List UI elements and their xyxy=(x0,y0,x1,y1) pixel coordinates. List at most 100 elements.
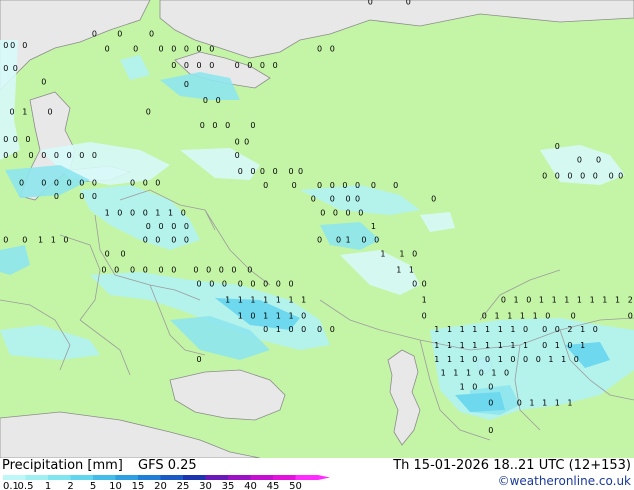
precip-value-marker: 1 xyxy=(580,341,585,350)
precip-value-marker: 0 xyxy=(250,121,255,130)
precip-value-marker: 0 xyxy=(92,179,97,188)
precip-value-marker: 1 xyxy=(577,295,582,304)
precip-value-marker: 1 xyxy=(561,355,566,364)
scale-swatch xyxy=(295,475,318,480)
precip-value-marker: 0 xyxy=(216,96,221,105)
precip-value-marker: 0 xyxy=(567,172,572,181)
precip-value-marker: 0 xyxy=(146,108,151,117)
precip-value-marker: 0 xyxy=(184,236,189,245)
precip-value-marker: 0 xyxy=(609,172,614,181)
precip-value-marker: 1 xyxy=(434,325,439,334)
scale-label: 5 xyxy=(90,481,96,490)
precip-value-marker: 1 xyxy=(580,325,585,334)
scale-swatch xyxy=(183,475,206,480)
precip-value-marker: 0 xyxy=(22,236,27,245)
precip-value-marker: 0 xyxy=(197,44,202,53)
map-canvas: 0 0 00 00 0 00 0 0 0 0 0 00 0 0 0 0 0 0 00 00 00 1 0 00 00 0 0 00 0 0… xyxy=(0,0,634,458)
precip-value-marker: 0 xyxy=(197,355,202,364)
precip-value-marker: 0 xyxy=(231,266,236,275)
scale-swatch xyxy=(138,475,161,480)
precip-value-marker: 0 xyxy=(171,44,176,53)
precip-value-marker: 0 xyxy=(330,181,335,190)
precip-value-marker: 0 xyxy=(159,44,164,53)
precip-value-marker: 0 xyxy=(171,236,176,245)
precip-value-marker: 0 xyxy=(203,96,208,105)
precip-value-marker: 0 xyxy=(225,121,230,130)
precipitation-map: 0000000000000000000000000000100000000000… xyxy=(0,0,634,458)
precip-value-marker: 0 xyxy=(3,64,8,73)
precip-value-marker: 1 xyxy=(590,295,595,304)
precip-value-marker: 0 xyxy=(523,325,528,334)
precip-value-marker: 0 xyxy=(336,236,341,245)
precip-value-marker: 0 xyxy=(13,151,18,160)
precip-value-marker: 0 xyxy=(48,108,53,117)
scale-label: 2 xyxy=(67,481,73,490)
precip-value-marker: 1 xyxy=(434,341,439,350)
precip-value-marker: 0 xyxy=(250,311,255,320)
precip-value-marker: 1 xyxy=(346,236,351,245)
precip-value-marker: 1 xyxy=(396,266,401,275)
precip-value-marker: 0 xyxy=(301,325,306,334)
precip-value-marker: 0 xyxy=(523,355,528,364)
precip-value-marker: 1 xyxy=(225,295,230,304)
scale-label: 45 xyxy=(267,481,280,490)
precip-value-marker: 0 xyxy=(209,61,214,70)
precip-value-marker: 1 xyxy=(491,369,496,378)
precip-value-marker: 1 xyxy=(422,295,427,304)
precip-value-marker: 1 xyxy=(514,295,519,304)
precip-value-marker: 0 xyxy=(143,266,148,275)
precip-value-marker: 0 xyxy=(289,325,294,334)
precip-value-marker: 0 xyxy=(238,279,243,288)
precip-value-marker: 0 xyxy=(346,208,351,217)
precip-value-marker: 1 xyxy=(485,341,490,350)
precip-value-marker: 0 xyxy=(542,172,547,181)
precip-value-marker: 0 xyxy=(79,179,84,188)
precip-value-marker: 0 xyxy=(10,41,15,50)
precip-value-marker: 0 xyxy=(317,325,322,334)
precip-value-marker: 0 xyxy=(79,192,84,201)
precip-value-marker: 0 xyxy=(238,167,243,176)
precip-value-marker: 0 xyxy=(244,137,249,146)
precip-value-marker: 0 xyxy=(3,236,8,245)
precip-value-marker: 1 xyxy=(460,325,465,334)
precip-value-marker: 0 xyxy=(368,0,373,7)
precip-value-marker: 1 xyxy=(523,341,528,350)
precip-value-marker: 0 xyxy=(155,179,160,188)
precip-value-marker: 0 xyxy=(555,325,560,334)
precip-value-marker: 0 xyxy=(130,208,135,217)
precip-value-marker: 1 xyxy=(539,295,544,304)
precip-value-marker: 0 xyxy=(143,236,148,245)
precip-value-marker: 1 xyxy=(472,341,477,350)
precip-value-marker: 0 xyxy=(263,325,268,334)
precip-value-marker: 0 xyxy=(618,172,623,181)
scale-swatch xyxy=(25,475,48,480)
precip-value-marker: 1 xyxy=(447,341,452,350)
precip-value-marker: 1 xyxy=(276,311,281,320)
precip-value-marker: 0 xyxy=(355,181,360,190)
precip-value-marker: 0 xyxy=(209,279,214,288)
precip-value-marker: 0 xyxy=(155,236,160,245)
precip-value-marker: 0 xyxy=(479,369,484,378)
precip-value-marker: 0 xyxy=(54,151,59,160)
precip-value-marker: 0 xyxy=(358,208,363,217)
scale-label: 40 xyxy=(244,481,257,490)
precip-value-marker: 0 xyxy=(143,208,148,217)
precip-value-marker: 0 xyxy=(567,341,572,350)
precip-value-marker: 0 xyxy=(593,172,598,181)
precip-value-marker: 1 xyxy=(105,208,110,217)
precip-value-marker: 0 xyxy=(542,325,547,334)
precip-value-marker: 1 xyxy=(498,355,503,364)
precip-value-marker: 0 xyxy=(482,311,487,320)
precip-value-marker: 0 xyxy=(542,341,547,350)
scale-swatch xyxy=(160,475,183,480)
scale-label: 0.5 xyxy=(18,481,34,490)
precip-value-marker: 0 xyxy=(574,355,579,364)
precip-value-marker: 0 xyxy=(41,179,46,188)
scale-label: 15 xyxy=(132,481,145,490)
credit-link[interactable]: ©weatheronline.co.uk xyxy=(498,474,631,488)
precip-value-marker: 0 xyxy=(422,311,427,320)
precip-value-marker: 0 xyxy=(298,167,303,176)
model-label: GFS 0.25 xyxy=(138,458,197,473)
precip-value-marker: 1 xyxy=(289,311,294,320)
precip-value-marker: 0 xyxy=(504,369,509,378)
